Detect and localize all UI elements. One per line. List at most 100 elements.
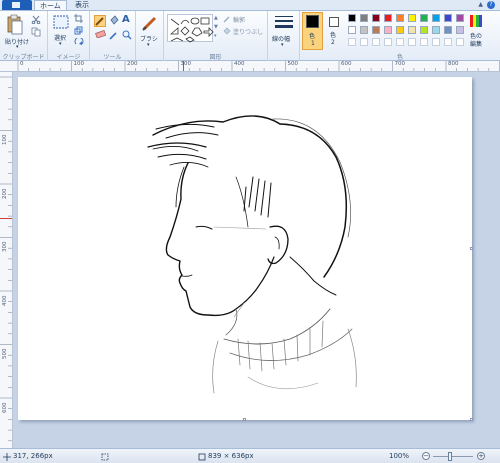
- zoom-slider-thumb[interactable]: [448, 452, 452, 461]
- palette-swatch[interactable]: [372, 26, 380, 34]
- ruler-top-number: 200: [127, 61, 138, 67]
- edit-colors-button[interactable]: [469, 14, 483, 30]
- crop-icon[interactable]: [74, 14, 83, 25]
- resize-icon[interactable]: [74, 26, 83, 37]
- palette-swatch[interactable]: [408, 14, 416, 22]
- color-picker-icon[interactable]: [109, 30, 119, 42]
- color1-label: 色: [309, 33, 316, 40]
- ruler-left-number: 100: [2, 134, 8, 146]
- palette-swatch-empty[interactable]: [396, 38, 404, 46]
- palette-swatch[interactable]: [372, 14, 380, 22]
- resize-handle-bottom[interactable]: [243, 418, 246, 421]
- outline-label[interactable]: 輪郭: [233, 15, 245, 24]
- palette-swatch[interactable]: [420, 14, 428, 22]
- fill-icon[interactable]: [223, 27, 231, 37]
- palette-swatch[interactable]: [396, 14, 404, 22]
- ruler-top-number: 600: [341, 61, 352, 67]
- ruler-left-number: 600: [2, 402, 8, 413]
- ruler-top-number: 800: [448, 61, 459, 67]
- palette-swatch-empty[interactable]: [348, 38, 356, 46]
- text-tool-icon[interactable]: A: [122, 14, 130, 25]
- brushes-button[interactable]: [141, 14, 159, 34]
- zoom-in-button[interactable]: +: [477, 452, 485, 460]
- palette-swatch[interactable]: [384, 14, 392, 22]
- palette-swatch[interactable]: [360, 14, 368, 22]
- file-menu-button[interactable]: [2, 0, 32, 10]
- minimize-ribbon-icon[interactable]: ▲: [478, 1, 483, 8]
- palette-swatch[interactable]: [348, 26, 356, 34]
- palette-swatch-empty[interactable]: [372, 38, 380, 46]
- palette-swatch[interactable]: [444, 26, 452, 34]
- palette-swatch[interactable]: [432, 26, 440, 34]
- brushes-group: ブラシ ▾: [136, 11, 164, 62]
- color1-button[interactable]: 色 1: [302, 12, 323, 50]
- color1-swatch: [306, 15, 319, 28]
- magnifier-icon[interactable]: [122, 30, 132, 42]
- rotate-icon[interactable]: [74, 36, 85, 48]
- drawing-canvas[interactable]: [18, 77, 473, 421]
- tab-view[interactable]: 表示: [70, 0, 94, 10]
- image-group: 選択 ▾ イメージ: [48, 11, 90, 62]
- zoom-slider-track[interactable]: [433, 456, 473, 457]
- eraser-icon[interactable]: [95, 29, 107, 40]
- ruler-left-number: 200: [2, 188, 8, 199]
- ruler-left-number: 300: [2, 241, 8, 253]
- zoom-out-button[interactable]: −: [422, 452, 430, 460]
- cursor-position: 317, 266px: [13, 452, 53, 460]
- palette-swatch[interactable]: [360, 26, 368, 34]
- palette-swatch[interactable]: [456, 26, 464, 34]
- palette-swatch[interactable]: [396, 26, 404, 34]
- vertical-ruler: 100 200 300 400 500 600: [0, 72, 13, 448]
- palette-swatch[interactable]: [456, 14, 464, 22]
- palette-swatch-empty[interactable]: [384, 38, 392, 46]
- cursor-position-icon: [3, 453, 11, 461]
- select-button[interactable]: [53, 15, 69, 31]
- ruler-top-number: 500: [287, 61, 299, 67]
- select-icon: [53, 15, 69, 29]
- help-icon[interactable]: ?: [487, 1, 495, 9]
- paste-dropdown-icon[interactable]: ▾: [16, 44, 19, 50]
- canvas-area[interactable]: [13, 72, 500, 448]
- tools-group: A ツール: [90, 11, 136, 62]
- tab-home[interactable]: ホーム: [34, 0, 67, 10]
- palette-swatch-empty[interactable]: [444, 38, 452, 46]
- ruler-top-number: 700: [394, 61, 406, 67]
- ruler-top-number: 300: [180, 61, 192, 67]
- palette-swatch[interactable]: [420, 26, 428, 34]
- line-width-icon: [275, 16, 293, 28]
- pencil-tool-button[interactable]: [94, 15, 106, 27]
- select-dropdown-icon[interactable]: ▾: [59, 41, 62, 47]
- palette-swatch-empty[interactable]: [408, 38, 416, 46]
- paste-button[interactable]: [6, 14, 24, 38]
- palette-swatch-empty[interactable]: [432, 38, 440, 46]
- brushes-dropdown-icon[interactable]: ▾: [147, 42, 150, 48]
- resize-handle-corner[interactable]: [470, 418, 473, 421]
- copy-icon[interactable]: [31, 27, 41, 39]
- brush-icon: [142, 16, 157, 31]
- palette-swatch-empty[interactable]: [456, 38, 464, 46]
- tools-group-label: ツール: [103, 54, 122, 61]
- line-width-button[interactable]: [275, 15, 293, 33]
- palette-swatch[interactable]: [444, 14, 452, 22]
- shapes-gallery[interactable]: [167, 14, 214, 43]
- sketch-drawing: [147, 115, 357, 394]
- palette-swatch[interactable]: [408, 26, 416, 34]
- color2-swatch: [329, 17, 339, 27]
- edit-colors-label-2: 編集: [470, 41, 483, 48]
- paste-icon: [7, 14, 23, 35]
- palette-swatch[interactable]: [384, 26, 392, 34]
- line-width-dropdown-icon[interactable]: ▾: [281, 42, 284, 48]
- palette-swatch-empty[interactable]: [360, 38, 368, 46]
- resize-handle-right[interactable]: [470, 247, 473, 250]
- fill-label[interactable]: 塗りつぶし: [233, 27, 263, 36]
- outline-icon[interactable]: [223, 15, 231, 25]
- palette-swatch-empty[interactable]: [420, 38, 428, 46]
- palette-swatch[interactable]: [432, 14, 440, 22]
- color2-button[interactable]: 色 2: [325, 12, 344, 50]
- palette-swatch[interactable]: [348, 14, 356, 22]
- fill-tool-icon[interactable]: [109, 15, 119, 28]
- shapes-scroll-icon[interactable]: ▲ ▼ ▾: [214, 14, 218, 41]
- color2-number: 2: [331, 39, 335, 46]
- image-size: 839 × 636px: [208, 452, 254, 460]
- cut-icon[interactable]: [31, 15, 41, 26]
